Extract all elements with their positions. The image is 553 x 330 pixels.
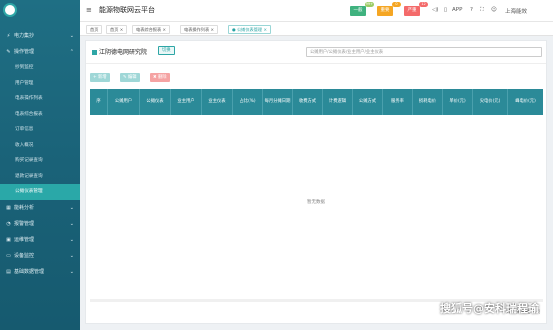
chevron-down-icon: ⌄ (69, 33, 74, 39)
help-icon[interactable]: ? (470, 7, 473, 13)
column-header[interactable]: 序 (90, 89, 108, 115)
column-header[interactable]: 计费逻辑 (323, 89, 353, 115)
chevron-up-icon: ⌃ (69, 49, 74, 55)
column-header[interactable]: 业主仪表 (202, 89, 233, 115)
search-input[interactable]: 公摊用户/公摊仪表/业主用户/业主仪表 (306, 47, 542, 57)
alarm-important-button[interactable]: 重要 0 (377, 2, 401, 16)
table-header: 序 公摊用户 公摊仪表 业主用户 业主仪表 占比(%) 每月分摊日期 收费方式 … (90, 89, 543, 115)
sidebar-menu: ⚡ 电力集抄 ⌄ ✎ 操作管理 ⌃ 抄到监控 用户管理 电表操作列表 电表综合报表 订单… (0, 28, 80, 280)
sidebar-sub-item[interactable]: 退款记录查询 (0, 169, 80, 185)
edit-button[interactable]: ✎ 编辑 (120, 73, 140, 82)
chevron-down-icon: ⌄ (69, 252, 74, 259)
chart-icon: ▦ (6, 204, 11, 211)
column-header[interactable]: 公摊用户 (108, 89, 140, 115)
column-header[interactable]: 峰电价(元) (508, 89, 543, 115)
sidebar-item-energy[interactable]: ▦ 能耗分析 ⌄ (0, 200, 80, 216)
building-icon (92, 50, 97, 55)
sidebar-item-alarm[interactable]: ◔ 报警管理 ⌄ (0, 216, 80, 232)
chevron-down-icon: ⌄ (69, 220, 74, 227)
column-header[interactable]: 尖电价(元) (473, 89, 508, 115)
sidebar-sub-item[interactable]: 抄到监控 (0, 60, 80, 76)
chevron-down-icon: ⌄ (69, 236, 74, 243)
count-badge: 12 (419, 2, 428, 7)
add-button[interactable]: + 新增 (90, 73, 110, 82)
sidebar-sub-item-active[interactable]: 公摊仪表管理 (0, 184, 80, 200)
column-header[interactable]: 单价(元) (443, 89, 473, 115)
count-badge: 0 (392, 2, 401, 7)
tab-meter-operations[interactable]: 电表操作列表 × (180, 25, 218, 34)
menu-toggle-icon[interactable]: ≡ (86, 6, 92, 14)
sidebar-item-operations[interactable]: ✎ 操作管理 ⌃ (0, 44, 80, 60)
meter-icon: ⚡ (6, 33, 11, 39)
tab-home[interactable]: 首页 (86, 25, 103, 34)
sidebar: ⚡ 电力集抄 ⌄ ✎ 操作管理 ⌃ 抄到监控 用户管理 电表操作列表 电表综合报表 订单… (0, 0, 80, 330)
sidebar-sub-item[interactable]: 收入概况 (0, 138, 80, 154)
sidebar-sub-item[interactable]: 用户管理 (0, 76, 80, 92)
sidebar-sub-item[interactable]: 电表综合报表 (0, 107, 80, 123)
bell-icon: ◔ (6, 220, 11, 227)
mobile-icon[interactable]: ▯ (444, 7, 447, 13)
sidebar-sub-item[interactable]: 订单信息 (0, 122, 80, 138)
column-header[interactable]: 业主用户 (171, 89, 202, 115)
tab-home-2[interactable]: 首页 × (106, 25, 128, 34)
column-header[interactable]: 占比(%) (233, 89, 263, 115)
tab-shared-meter-management[interactable]: ● 公摊仪表管理 × (228, 25, 271, 34)
fullscreen-icon[interactable]: ⛶ (480, 7, 484, 14)
logo (3, 3, 17, 17)
watermark-text: 搜狐号@安科瑞程瑜 (440, 302, 539, 315)
tab-meter-report[interactable]: 电表综合报表 × (132, 25, 170, 34)
sidebar-item-basedata[interactable]: ▤ 基础数据管理 ⌄ (0, 264, 80, 280)
column-header[interactable]: 收费方式 (293, 89, 323, 115)
switch-button[interactable]: 切换 (158, 46, 175, 55)
count-badge: 99+ (364, 2, 374, 7)
sidebar-item-power[interactable]: ⚡ 电力集抄 ⌄ (0, 28, 80, 44)
sidebar-item-monitor[interactable]: ▭ 设备监控 ⌄ (0, 248, 80, 264)
tools-icon: ▣ (6, 236, 11, 243)
username[interactable]: 上海能效 (505, 7, 527, 15)
database-icon: ▤ (6, 268, 11, 275)
sidebar-item-maintenance[interactable]: ▣ 运维管理 ⌄ (0, 232, 80, 248)
chevron-down-icon: ⌄ (69, 204, 74, 211)
sidebar-sub-item[interactable]: 购买记录查询 (0, 153, 80, 169)
wrench-icon: ✎ (6, 49, 11, 55)
tab-bar: 首页 首页 × 电表综合报表 × 电表操作列表 × ● 公摊仪表管理 × (80, 22, 553, 36)
divider (86, 63, 546, 64)
app-title: 能源物联网云平台 (99, 6, 155, 14)
chevron-down-icon: ⌄ (69, 268, 74, 275)
column-header[interactable]: 公摊仪表 (140, 89, 171, 115)
monitor-icon: ▭ (6, 252, 11, 259)
alarm-normal-button[interactable]: 一般 99+ (350, 2, 374, 16)
top-bar: ≡ 能源物联网云平台 一般 99+ 重要 0 严重 12 ◁) ▯ APP ? ⛶ ☺… (80, 0, 553, 22)
main-panel: 江阴德电网研究院 切换 公摊用户/公摊仪表/业主用户/业主仪表 + 新增 ✎ 编… (85, 40, 547, 324)
alarm-severe-button[interactable]: 严重 12 (404, 2, 428, 16)
delete-button[interactable]: ✖ 删除 (150, 73, 170, 82)
column-header[interactable]: 损耗电价 (413, 89, 443, 115)
column-header[interactable]: 公摊方式 (353, 89, 383, 115)
sound-icon[interactable]: ◁) (432, 7, 438, 13)
sidebar-sub-item[interactable]: 电表操作列表 (0, 91, 80, 107)
empty-state: 暂无数据 (307, 200, 325, 205)
app-label[interactable]: APP (452, 7, 462, 13)
column-header[interactable]: 服务率 (383, 89, 413, 115)
panel-title: 江阴德电网研究院 (92, 47, 147, 56)
column-header[interactable]: 每月分摊日期 (263, 89, 293, 115)
user-icon[interactable]: ☺ (491, 7, 497, 13)
